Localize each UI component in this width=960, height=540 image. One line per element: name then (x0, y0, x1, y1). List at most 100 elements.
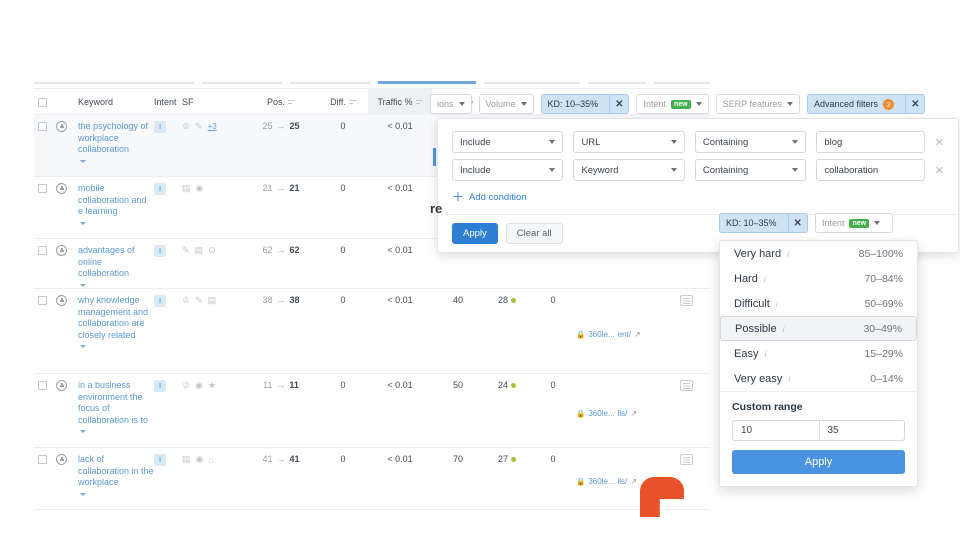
filter-chip-positions[interactable]: ions (430, 94, 472, 114)
kd-min-input[interactable]: 10 (732, 420, 819, 441)
notes-icon[interactable] (679, 295, 693, 306)
row-checkbox[interactable] (38, 296, 47, 305)
select-all-checkbox[interactable] (38, 97, 47, 107)
filter-chip-kd[interactable]: KD: 10–35% ✕ (540, 94, 630, 114)
url-cell[interactable]: 🔒 360le... lls/ ↗ (576, 380, 662, 447)
kd-option-possible[interactable]: Possible i 30–49% (720, 316, 917, 341)
row-expand-cell[interactable] (56, 183, 78, 238)
field-select[interactable]: URL (573, 131, 685, 153)
row-checkbox-cell[interactable] (34, 454, 56, 509)
row-checkbox[interactable] (38, 184, 47, 193)
kd-option-hard[interactable]: Hard i 70–84% (720, 266, 917, 291)
external-link-icon[interactable]: ↗ (630, 477, 637, 486)
close-icon[interactable]: ✕ (787, 214, 807, 232)
external-link-icon[interactable]: ↗ (634, 330, 641, 339)
operator-select[interactable]: Containing (694, 131, 807, 153)
table-row[interactable]: why knowledge management and collaborati… (34, 289, 710, 374)
chevron-down-icon[interactable] (80, 492, 86, 496)
filter-chip-advanced-filters[interactable]: Advanced filters 2 ✕ (807, 94, 926, 114)
keyword-link[interactable]: in a business environment the focus of c… (78, 380, 154, 426)
chevron-down-icon[interactable] (80, 159, 86, 163)
table-row[interactable]: lack of collaboration in the workplace I… (34, 448, 710, 510)
keyword-cell[interactable]: the psychology of workplace collaboratio… (78, 121, 154, 176)
expand-icon[interactable] (56, 295, 67, 306)
expand-icon[interactable] (56, 454, 67, 465)
field-select[interactable]: Keyword (573, 159, 685, 181)
row-checkbox-cell[interactable] (34, 295, 56, 373)
row-expand-cell[interactable] (56, 380, 78, 447)
chevron-down-icon[interactable] (80, 221, 86, 225)
external-link-icon[interactable]: ↗ (630, 409, 637, 418)
sort-icon[interactable] (348, 98, 356, 105)
sort-icon[interactable] (415, 98, 423, 105)
keyword-link[interactable]: why knowledge management and collaborati… (78, 295, 154, 341)
url-link[interactable]: 360le... (588, 477, 614, 486)
keyword-cell[interactable]: mobile collaboration and e learning (78, 183, 154, 238)
keyword-link[interactable]: mobile collaboration and e learning (78, 183, 154, 218)
row-checkbox[interactable] (38, 381, 47, 390)
updates-cell[interactable] (662, 295, 710, 373)
keyword-link[interactable]: advantages of online collaboration (78, 245, 154, 280)
info-icon[interactable]: i (787, 249, 789, 259)
table-row[interactable]: in a business environment the focus of c… (34, 374, 710, 448)
info-icon[interactable]: i (764, 274, 766, 284)
expand-icon[interactable] (56, 183, 67, 194)
url-cell[interactable]: 🔒 360le... ent/ ↗ (576, 295, 662, 373)
filter-chip-intent[interactable]: Intent new (636, 94, 709, 114)
row-expand-cell[interactable] (56, 454, 78, 509)
sort-icon[interactable] (288, 98, 295, 105)
chevron-down-icon[interactable] (80, 345, 86, 349)
remove-condition-icon[interactable]: ✕ (935, 136, 944, 149)
keyword-cell[interactable]: lack of collaboration in the workplace (78, 454, 154, 509)
expand-icon[interactable] (56, 121, 67, 132)
updates-cell[interactable] (662, 380, 710, 447)
expand-icon[interactable] (56, 380, 67, 391)
keyword-cell[interactable]: advantages of online collaboration (78, 245, 154, 288)
kd-option-easy[interactable]: Easy i 15–29% (720, 341, 917, 366)
row-expand-cell[interactable] (56, 121, 78, 176)
close-icon[interactable]: ✕ (609, 95, 628, 113)
row-expand-cell[interactable] (56, 295, 78, 373)
info-icon[interactable]: i (764, 349, 766, 359)
url-tail-link[interactable]: ent/ (618, 330, 631, 339)
kd-chip[interactable]: KD: 10–35% ✕ (719, 213, 808, 233)
notes-icon[interactable] (679, 454, 693, 465)
keyword-link[interactable]: lack of collaboration in the workplace (78, 454, 154, 489)
info-icon[interactable]: i (776, 299, 778, 309)
row-checkbox[interactable] (38, 122, 47, 131)
url-tail-link[interactable]: lls/ (618, 477, 628, 486)
operator-select[interactable]: Containing (694, 159, 807, 181)
kd-option-very-hard[interactable]: Very hard i 85–100% (720, 241, 917, 266)
row-checkbox-cell[interactable] (34, 245, 56, 288)
close-icon[interactable]: ✕ (905, 95, 924, 113)
filter-chip-serp-features[interactable]: SERP features (715, 94, 801, 114)
url-tail-link[interactable]: lls/ (618, 409, 628, 418)
row-checkbox[interactable] (38, 455, 47, 464)
header-keyword[interactable]: Keyword (78, 89, 154, 115)
row-checkbox-cell[interactable] (34, 380, 56, 447)
notes-icon[interactable] (679, 380, 693, 391)
expand-icon[interactable] (56, 245, 67, 256)
intent-chip[interactable]: Intent new (814, 213, 893, 233)
header-traffic[interactable]: Traffic % (368, 88, 432, 115)
row-checkbox-cell[interactable] (34, 183, 56, 238)
kd-apply-button[interactable]: Apply (732, 450, 905, 474)
condition-value-input[interactable]: collaboration (816, 159, 925, 181)
header-select-all[interactable] (34, 89, 56, 115)
filter-chip-volume[interactable]: Volume (478, 94, 534, 114)
include-select[interactable]: Include (452, 131, 564, 153)
sf-more-link[interactable]: +3 (208, 122, 217, 131)
kd-option-very-easy[interactable]: Very easy i 0–14% (720, 366, 917, 391)
keyword-cell[interactable]: in a business environment the focus of c… (78, 380, 154, 447)
info-icon[interactable]: i (788, 374, 790, 384)
add-condition-button[interactable]: ＋ Add condition (438, 181, 958, 214)
header-diff[interactable]: Diff. (318, 89, 368, 115)
row-checkbox-cell[interactable] (34, 121, 56, 176)
header-intent[interactable]: Intent (154, 89, 182, 115)
row-expand-cell[interactable] (56, 245, 78, 288)
keyword-cell[interactable]: why knowledge management and collaborati… (78, 295, 154, 373)
chevron-down-icon[interactable] (80, 430, 86, 434)
kd-option-difficult[interactable]: Difficult i 50–69% (720, 291, 917, 316)
info-icon[interactable]: i (783, 324, 785, 334)
apply-filters-button[interactable]: Apply (452, 223, 498, 244)
